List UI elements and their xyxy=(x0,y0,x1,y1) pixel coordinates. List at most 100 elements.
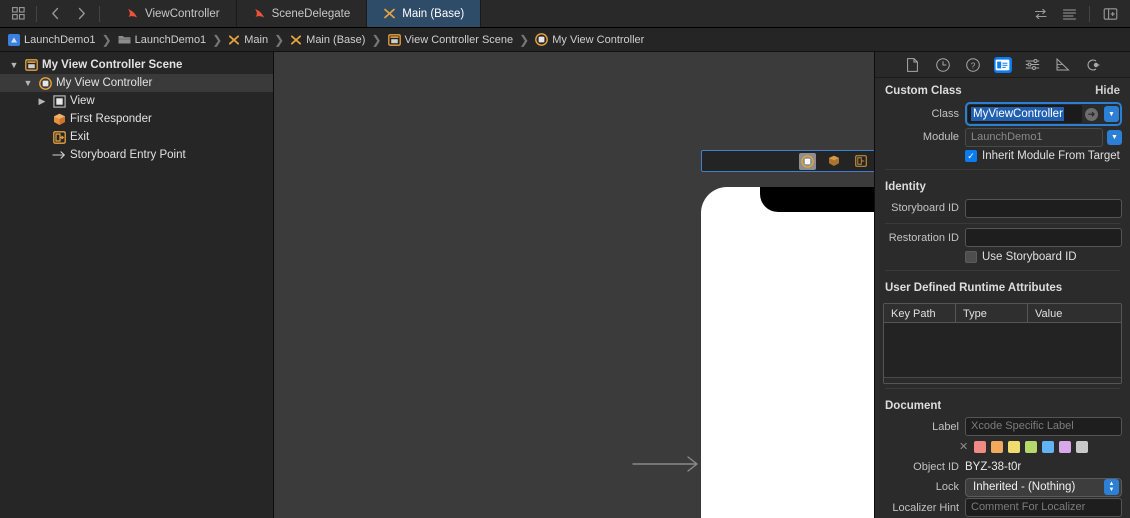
runtime-attributes-table: Key Path Type Value + − xyxy=(883,302,1122,384)
back-chevron-icon[interactable] xyxy=(43,2,67,26)
tab-main-base[interactable]: Main (Base) xyxy=(367,0,482,27)
add-attribute-button[interactable]: + xyxy=(892,379,900,383)
breadcrumb-separator: ❯ xyxy=(101,32,112,47)
first-responder-icon xyxy=(52,112,66,126)
tab-viewcontroller[interactable]: ViewController xyxy=(110,0,237,27)
add-editor-icon[interactable] xyxy=(1098,2,1122,26)
outline-label: My View Controller Scene xyxy=(42,59,183,71)
remove-attribute-button[interactable]: − xyxy=(910,379,918,383)
outline-row-first-responder[interactable]: First Responder xyxy=(0,110,273,128)
view-controller-dock-icon[interactable] xyxy=(798,152,816,170)
class-input[interactable]: MyViewController xyxy=(968,105,1082,124)
entry-point-arrow-icon xyxy=(52,148,66,162)
inherit-module-checkbox[interactable]: ✓ xyxy=(965,150,977,163)
use-storyboard-id-label: Use Storyboard ID xyxy=(982,250,1077,263)
outline-row-view[interactable]: ▶ View xyxy=(0,92,273,110)
tab-scenedelegate[interactable]: SceneDelegate xyxy=(237,0,368,27)
tab-list: ViewController SceneDelegate Main (Base) xyxy=(110,0,1021,27)
swatch-red[interactable] xyxy=(974,440,987,453)
exit-dock-icon[interactable] xyxy=(853,153,870,170)
storyboard-entry-point-arrow[interactable] xyxy=(632,455,700,473)
swift-file-icon xyxy=(126,7,139,20)
swatch-gray[interactable] xyxy=(1076,440,1089,453)
class-dropdown-button[interactable]: ▼ xyxy=(1104,106,1119,123)
lock-select[interactable]: Inherited - (Nothing) ▲ ▼ xyxy=(965,477,1122,497)
section-divider-3 xyxy=(885,387,1120,389)
disclosure-closed-icon[interactable]: ▶ xyxy=(36,96,48,107)
hide-button[interactable]: Hide xyxy=(1095,85,1120,97)
outline-row-view-controller[interactable]: ▼ My View Controller xyxy=(0,74,273,92)
outline-row-entry-point[interactable]: Storyboard Entry Point xyxy=(0,146,273,164)
label-row: Label Xcode Specific Label xyxy=(875,417,1130,437)
toolbar-divider-3 xyxy=(1089,5,1090,22)
list-editor-icon[interactable] xyxy=(1057,2,1081,26)
swatch-purple[interactable] xyxy=(1059,440,1072,453)
breadcrumb-item-main[interactable]: Main xyxy=(228,34,268,46)
class-reveal-arrow-icon[interactable]: ➜ xyxy=(1085,107,1098,121)
runtime-attributes-footer: + − xyxy=(884,376,1121,383)
breadcrumb-label: Main (Base) xyxy=(306,33,366,46)
connections-inspector-icon[interactable] xyxy=(1084,57,1102,73)
breadcrumb-separator: ❯ xyxy=(519,32,530,47)
view-icon xyxy=(52,94,66,108)
xcode-window: ViewController SceneDelegate Main (Base) xyxy=(0,0,1130,518)
breadcrumb-label: View Controller Scene xyxy=(404,33,514,46)
lock-selected-value: Inherited - (Nothing) xyxy=(973,481,1076,494)
label-input[interactable]: Xcode Specific Label xyxy=(965,417,1122,437)
breadcrumb-label: LaunchDemo1 xyxy=(134,33,207,46)
file-inspector-icon[interactable] xyxy=(904,57,922,73)
lock-stepper-icon[interactable]: ▲ ▼ xyxy=(1104,479,1119,496)
scene-icon xyxy=(24,58,38,72)
scene-icon xyxy=(387,33,401,46)
identity-inspector-icon[interactable] xyxy=(993,56,1012,73)
document-section-header: Document xyxy=(875,393,1130,417)
breadcrumb: LaunchDemo1 ❯ LaunchDemo1 ❯ Main ❯ Main … xyxy=(0,28,1130,52)
outline-row-scene[interactable]: ▼ My View Controller Scene xyxy=(0,56,273,74)
interface-builder-canvas[interactable] xyxy=(274,52,874,518)
swatch-yellow[interactable] xyxy=(1008,440,1021,453)
module-dropdown-button[interactable]: ▼ xyxy=(1107,129,1122,145)
inherit-module-row[interactable]: ✓ Inherit Module From Target xyxy=(875,147,1130,165)
assistant-editor-icon[interactable] xyxy=(1029,2,1053,26)
clear-color-icon[interactable]: ✕ xyxy=(959,440,968,453)
view-controller-canvas-device[interactable] xyxy=(701,187,874,518)
column-value[interactable]: Value xyxy=(1028,304,1121,322)
disclosure-open-icon[interactable]: ▼ xyxy=(8,60,20,70)
breadcrumb-label: Main xyxy=(244,33,269,46)
first-responder-dock-icon[interactable] xyxy=(826,153,843,170)
storyboard-id-row: Storyboard ID xyxy=(875,198,1130,218)
breadcrumb-item-folder[interactable]: LaunchDemo1 xyxy=(118,33,207,46)
help-inspector-icon[interactable]: ? xyxy=(964,57,982,73)
breadcrumb-item-main-base[interactable]: Main (Base) xyxy=(290,34,365,46)
restoration-id-label: Restoration ID xyxy=(888,231,959,244)
swatch-green[interactable] xyxy=(1025,440,1038,453)
use-storyboard-id-checkbox[interactable] xyxy=(965,250,977,263)
localizer-hint-label: Localizer Hint xyxy=(892,501,959,514)
column-key-path[interactable]: Key Path xyxy=(884,303,956,322)
section-title: Identity xyxy=(885,181,926,194)
swatch-orange[interactable] xyxy=(991,440,1004,453)
restoration-id-input[interactable] xyxy=(965,228,1122,248)
outline-row-exit[interactable]: Exit xyxy=(0,128,273,146)
use-storyboard-id-row[interactable]: Use Storyboard ID xyxy=(875,248,1130,266)
forward-chevron-icon[interactable] xyxy=(69,2,93,26)
size-inspector-icon[interactable] xyxy=(1054,57,1072,73)
navigator-toggle-icon[interactable] xyxy=(6,2,30,26)
class-label: Class xyxy=(931,108,959,121)
breadcrumb-item-scene[interactable]: View Controller Scene xyxy=(387,33,514,46)
storyboard-id-input[interactable] xyxy=(965,198,1122,218)
module-input[interactable]: LaunchDemo1 xyxy=(965,127,1103,147)
localizer-hint-input[interactable]: Comment For Localizer xyxy=(965,498,1122,518)
swatch-blue[interactable] xyxy=(1042,440,1055,453)
breadcrumb-item-project[interactable]: LaunchDemo1 xyxy=(8,33,96,46)
storyboard-icon xyxy=(228,34,240,46)
attributes-inspector-icon[interactable] xyxy=(1024,57,1042,73)
label-label: Label xyxy=(932,420,959,433)
object-id-row: Object ID BYZ-38-t0r xyxy=(875,457,1130,477)
breadcrumb-item-view-controller[interactable]: My View Controller xyxy=(535,33,644,46)
disclosure-open-icon[interactable]: ▼ xyxy=(22,78,34,88)
history-inspector-icon[interactable] xyxy=(934,57,952,73)
runtime-attributes-body[interactable] xyxy=(884,322,1121,377)
column-type[interactable]: Type xyxy=(956,303,1028,322)
lock-row: Lock Inherited - (Nothing) ▲ ▼ xyxy=(875,477,1130,497)
